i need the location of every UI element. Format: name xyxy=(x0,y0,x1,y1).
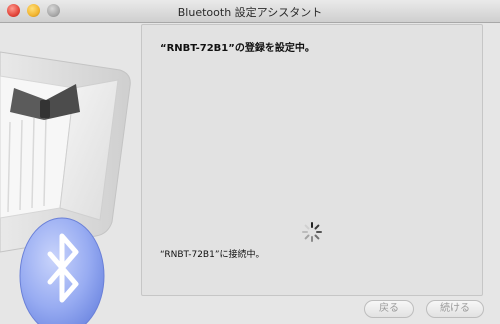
butler-illustration-icon xyxy=(0,22,140,324)
setup-headline: “RNBT-72B1”の登録を設定中。 xyxy=(160,43,315,54)
title-bar: Bluetooth 設定アシスタント xyxy=(0,0,500,23)
connection-status: “RNBT-72B1”に接続中。 xyxy=(160,250,265,260)
continue-button[interactable]: 続ける xyxy=(426,300,484,318)
content-panel: “RNBT-72B1”の登録を設定中。 “RNBT-72B1”に接続中。 xyxy=(141,24,483,296)
window-title: Bluetooth 設定アシスタント xyxy=(177,6,323,19)
setup-assistant-window: Bluetooth 設定アシスタント “RNBT-72B1”の登録を設定中。 “… xyxy=(0,0,500,324)
progress-spinner-icon xyxy=(301,221,323,243)
back-button[interactable]: 戻る xyxy=(364,300,414,318)
